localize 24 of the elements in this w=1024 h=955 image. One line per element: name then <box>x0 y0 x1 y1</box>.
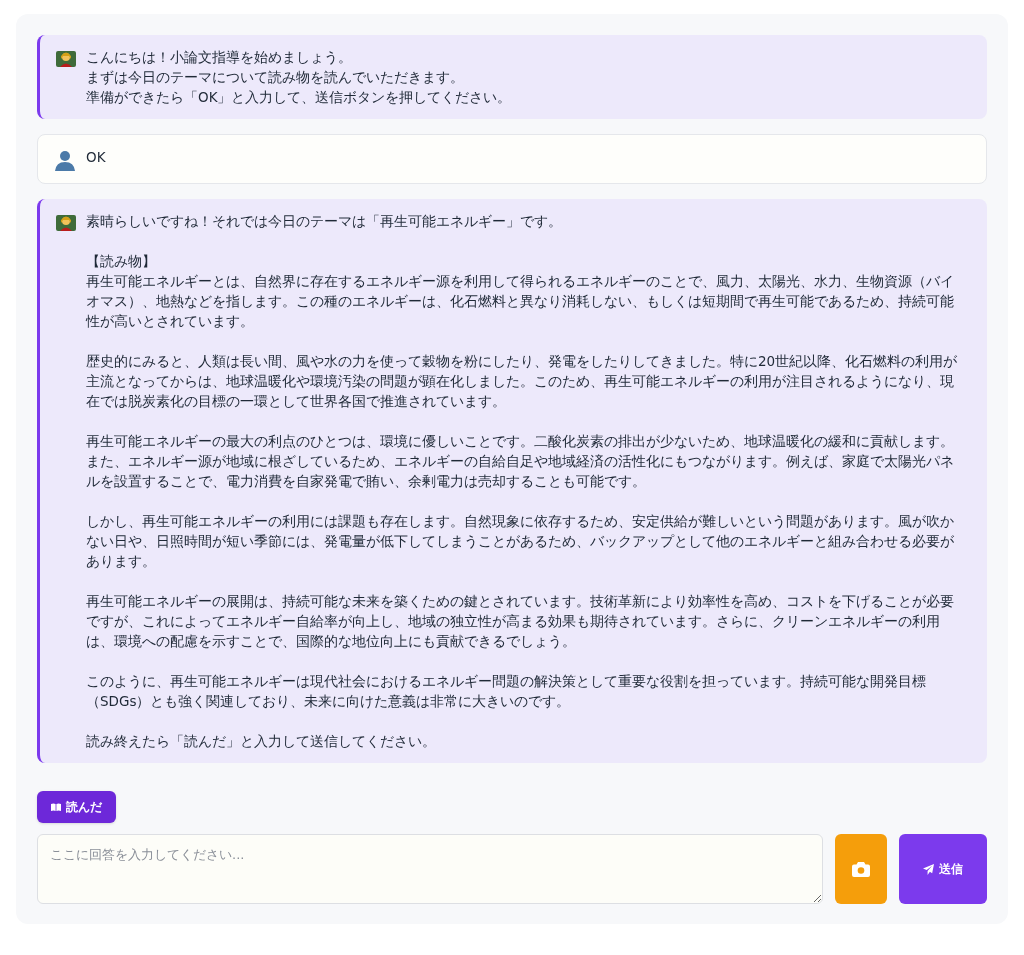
camera-button[interactable] <box>835 834 887 904</box>
message-text: OK <box>86 148 107 167</box>
teacher-icon <box>56 49 76 69</box>
teacher-icon <box>56 213 76 233</box>
camera-icon <box>852 861 870 877</box>
quick-reply-button[interactable]: 読んだ <box>37 791 116 823</box>
message-text: 再生可能エネルギーの最大の利点のひとつは、環境に優しいことです。二酸化炭素の排出が少ないため、地球温暖化の緩和に貢献します。また、エネルギー源が地域に根ざしているため、エネルギーの自給自足や地域経済の活性化にもつながります。例えば、家庭で太陽光パネルを設置することで、電力消費を自家発電で賄い、余剰電力は売却することも可能です。 <box>86 432 955 491</box>
message-text: しかし、再生可能エネルギーの利用には課題も存在します。自然現象に依存するため、安定供給が難しいという問題があります。風が吹かない日や、日照時間が短い季節には、発電量が低下してしまうことがあるため、バックアップとして他のエネルギーと組み合わせる必要があります。 <box>86 512 955 571</box>
message-text: 歴史的にみると、人類は長い間、風や水の力を使って穀物を粉にしたり、発電をしたりしてきました。特に20世紀以降、化石燃料の利用が主流となってからは、地球温暖化や環境汚染の問題が顕在化しました。このため、再生可能エネルギーの利用が注目されるようになり、現在では脱炭素化の目標の一環として世界各国で推進されています。 <box>86 352 959 411</box>
user-icon <box>54 149 76 171</box>
message-text: （SDGs）とも強く関連しており、未来に向けた意義は非常に大きいのです。 <box>86 692 572 711</box>
message-text: 再生可能エネルギーとは、自然界に存在するエネルギー源を利用して得られるエネルギーのことで、風力、太陽光、水力、生物資源（バイオマス）、地熱などを指します。この種のエネルギーは、化石燃料と異なり消耗しない、もしくは短期間で再生可能であるため、持続可能性が高いとされています。 <box>86 272 955 331</box>
book-icon <box>51 803 61 811</box>
message-text: まずは今日のテーマについて読み物を読んでいただきます。 <box>86 68 465 87</box>
message-text: 準備ができたら「OK」と入力して、送信ボタンを押してください。 <box>86 88 513 107</box>
message-text: 素晴らしいですね！それでは今日のテーマは「再生可能エネルギー」です。 <box>86 212 563 231</box>
paper-plane-icon <box>923 863 934 875</box>
message-text: こんにちは！小論文指導を始めましょう。 <box>86 48 353 67</box>
message-text: 再生可能エネルギーの展開は、持続可能な未来を築くための鍵とされています。技術革新により効率性を高め、コストを下げることが必要ですが、これによってエネルギー自給率が向上し、地域の独立性が高まる効果も期待されています。さらに、クリーンエネルギーの利用は、環境への配慮を示すことで、国際的な地位向上にも貢献できるでしょう。 <box>86 592 955 651</box>
send-button[interactable]: 送信 <box>899 834 987 904</box>
message-text: 【読み物】 <box>86 252 157 271</box>
message-text: このように、再生可能エネルギーは現代社会におけるエネルギー問題の解決策として重要な役割を担っています。持続可能な開発目標 <box>86 672 927 691</box>
answer-input[interactable]: ここに回答を入力してください... <box>37 834 823 904</box>
message-text: 読み終えたら「読んだ」と入力して送信してください。 <box>86 732 437 751</box>
